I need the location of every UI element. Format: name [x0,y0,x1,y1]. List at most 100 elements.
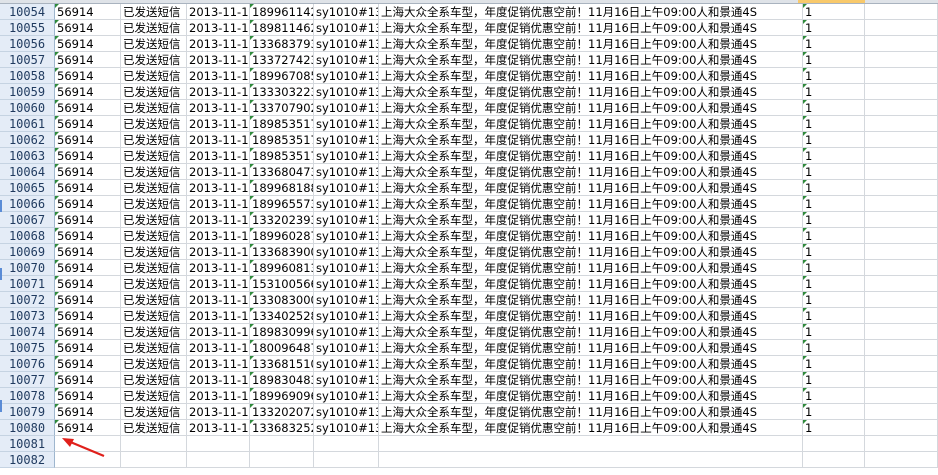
phone-cell[interactable]: 133683793 [250,36,314,52]
phone-cell[interactable]: 133303223 [250,84,314,100]
phone-cell[interactable]: 189968188 [250,180,314,196]
phone-cell[interactable]: 180096487 [250,340,314,356]
overflow-cell[interactable]: 1 [803,212,865,228]
message-cell[interactable]: 上海大众全系车型，年度促销优惠空前！11月16日上午09:00人和景通4S [379,20,803,36]
row-header[interactable]: 10065 [0,180,55,196]
status-cell[interactable]: 已发送短信 [121,4,187,20]
status-cell[interactable]: 已发送短信 [121,292,187,308]
empty-cell[interactable] [865,436,938,452]
id-cell[interactable]: 56914 [55,324,121,340]
code-cell[interactable]: sy1010#13 [314,404,379,420]
code-cell[interactable]: sy1010#13 [314,420,379,436]
phone-cell[interactable]: 189853517 [250,148,314,164]
status-cell[interactable]: 已发送短信 [121,68,187,84]
status-cell[interactable]: 已发送短信 [121,148,187,164]
overflow-cell[interactable]: 1 [803,228,865,244]
overflow-cell[interactable]: 1 [803,260,865,276]
code-cell[interactable]: sy1010#13 [314,276,379,292]
row-header[interactable]: 10074 [0,324,55,340]
status-cell[interactable]: 已发送短信 [121,260,187,276]
overflow-cell[interactable]: 1 [803,292,865,308]
overflow-cell[interactable]: 1 [803,164,865,180]
id-cell[interactable]: 56914 [55,244,121,260]
status-cell[interactable]: 已发送短信 [121,324,187,340]
phone-cell[interactable]: 133727423 [250,52,314,68]
overflow-cell[interactable]: 1 [803,36,865,52]
status-cell[interactable]: 已发送短信 [121,212,187,228]
phone-cell[interactable]: 189830996 [250,324,314,340]
phone-cell[interactable]: 189811462 [250,20,314,36]
status-cell[interactable]: 已发送短信 [121,372,187,388]
id-cell[interactable]: 56914 [55,52,121,68]
status-cell[interactable]: 已发送短信 [121,388,187,404]
id-cell[interactable]: 56914 [55,228,121,244]
message-cell[interactable]: 上海大众全系车型，年度促销优惠空前！11月16日上午09:00人和景通4S [379,212,803,228]
overflow-cell[interactable]: 1 [803,52,865,68]
message-cell[interactable]: 上海大众全系车型，年度促销优惠空前！11月16日上午09:00人和景通4S [379,228,803,244]
date-cell[interactable]: 2013-11-1 [187,4,250,20]
overflow-cell[interactable]: 1 [803,340,865,356]
row-header[interactable]: 10066 [0,196,55,212]
message-cell[interactable]: 上海大众全系车型，年度促销优惠空前！11月16日上午09:00人和景通4S [379,68,803,84]
message-cell[interactable]: 上海大众全系车型，年度促销优惠空前！11月16日上午09:00人和景通4S [379,420,803,436]
phone-cell[interactable]: 189960813 [250,260,314,276]
empty-cell[interactable] [865,292,938,308]
row-header[interactable]: 10058 [0,68,55,84]
id-cell[interactable]: 56914 [55,308,121,324]
code-cell[interactable]: sy1010#13 [314,324,379,340]
overflow-cell[interactable]: 1 [803,180,865,196]
id-cell[interactable]: 56914 [55,148,121,164]
code-cell[interactable]: sy1010#13 [314,180,379,196]
code-cell[interactable]: sy1010#13 [314,388,379,404]
code-cell[interactable]: sy1010#13 [314,228,379,244]
status-cell[interactable]: 已发送短信 [121,100,187,116]
row-header[interactable]: 10061 [0,116,55,132]
row-header[interactable]: 10078 [0,388,55,404]
phone-cell[interactable]: 189853517 [250,116,314,132]
overflow-cell[interactable]: 1 [803,20,865,36]
id-cell[interactable]: 56914 [55,36,121,52]
date-cell[interactable]: 2013-11-1 [187,292,250,308]
id-cell[interactable]: 56914 [55,292,121,308]
status-cell[interactable]: 已发送短信 [121,340,187,356]
message-cell[interactable]: 上海大众全系车型，年度促销优惠空前！11月16日上午09:00人和景通4S [379,292,803,308]
date-cell[interactable]: 2013-11-1 [187,356,250,372]
id-cell[interactable]: 56914 [55,132,121,148]
empty-cell[interactable] [865,4,938,20]
date-cell[interactable]: 2013-11-1 [187,52,250,68]
empty-cell[interactable] [187,452,250,468]
date-cell[interactable]: 2013-11-1 [187,132,250,148]
empty-cell[interactable] [803,452,865,468]
date-cell[interactable]: 2013-11-1 [187,228,250,244]
date-cell[interactable]: 2013-11-1 [187,308,250,324]
code-cell[interactable]: sy1010#13 [314,84,379,100]
message-cell[interactable]: 上海大众全系车型，年度促销优惠空前！11月16日上午09:00人和景通4S [379,196,803,212]
status-cell[interactable]: 已发送短信 [121,356,187,372]
row-header[interactable]: 10062 [0,132,55,148]
empty-cell[interactable] [865,20,938,36]
message-cell[interactable]: 上海大众全系车型，年度促销优惠空前！11月16日上午09:00人和景通4S [379,356,803,372]
message-cell[interactable]: 上海大众全系车型，年度促销优惠空前！11月16日上午09:00人和景通4S [379,100,803,116]
phone-cell[interactable]: 133680473 [250,164,314,180]
message-cell[interactable]: 上海大众全系车型，年度促销优惠空前！11月16日上午09:00人和景通4S [379,36,803,52]
date-cell[interactable]: 2013-11-1 [187,276,250,292]
code-cell[interactable]: sy1010#13 [314,20,379,36]
message-cell[interactable]: 上海大众全系车型，年度促销优惠空前！11月16日上午09:00人和景通4S [379,308,803,324]
code-cell[interactable]: sy1010#13 [314,260,379,276]
code-cell[interactable]: sy1010#13 [314,100,379,116]
row-header[interactable]: 10079 [0,404,55,420]
status-cell[interactable]: 已发送短信 [121,164,187,180]
row-header[interactable]: 10064 [0,164,55,180]
message-cell[interactable]: 上海大众全系车型，年度促销优惠空前！11月16日上午09:00人和景通4S [379,404,803,420]
message-cell[interactable]: 上海大众全系车型，年度促销优惠空前！11月16日上午09:00人和景通4S [379,324,803,340]
empty-cell[interactable] [865,260,938,276]
overflow-cell[interactable]: 1 [803,372,865,388]
id-cell[interactable]: 56914 [55,100,121,116]
row-header[interactable]: 10063 [0,148,55,164]
date-cell[interactable]: 2013-11-1 [187,116,250,132]
empty-cell[interactable] [865,196,938,212]
status-cell[interactable]: 已发送短信 [121,196,187,212]
date-cell[interactable]: 2013-11-1 [187,340,250,356]
status-cell[interactable]: 已发送短信 [121,228,187,244]
code-cell[interactable]: sy1010#13 [314,356,379,372]
